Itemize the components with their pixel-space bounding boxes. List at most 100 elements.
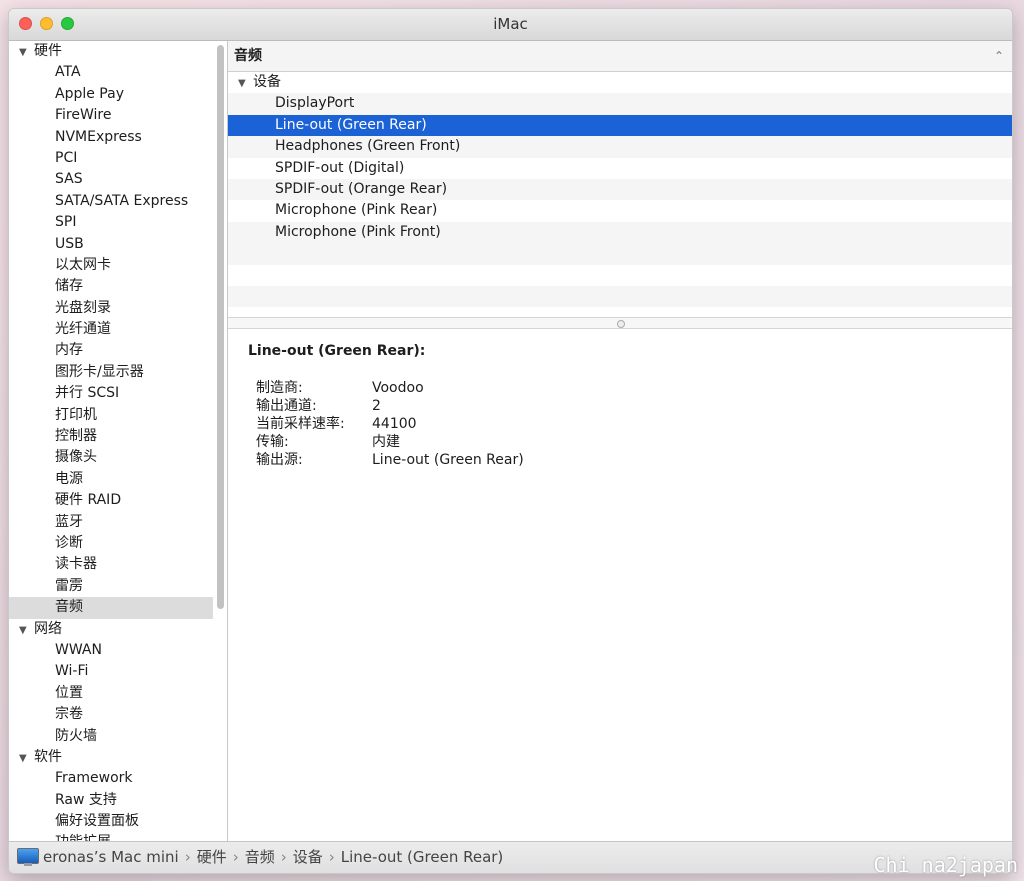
sidebar-group-label: 网络 bbox=[34, 620, 62, 637]
sidebar-item[interactable]: 摄像头 bbox=[9, 447, 227, 468]
breadcrumb-item[interactable]: eronas’s Mac mini bbox=[43, 848, 179, 866]
sidebar-item[interactable]: 储存 bbox=[9, 276, 227, 297]
property-label: 输出通道: bbox=[256, 398, 317, 414]
breadcrumb-item[interactable]: 音频 bbox=[245, 848, 275, 866]
breadcrumb-item[interactable]: 设备 bbox=[293, 848, 323, 866]
device-row[interactable]: SPDIF-out (Orange Rear) bbox=[228, 178, 1012, 201]
sidebar-list: ▼ 硬件 ATA Apple Pay FireWire NVMExpress PCI SAS S… bbox=[9, 41, 227, 841]
device-row[interactable]: Line-out (Green Rear) bbox=[228, 114, 1012, 137]
sidebar-item[interactable]: Framework bbox=[9, 768, 227, 789]
sidebar-item[interactable]: 偏好设置面板 bbox=[9, 811, 227, 832]
breadcrumb-item[interactable]: 硬件 bbox=[197, 848, 227, 866]
main-panel: 音频 ⌃ ▼ 设备 DisplayPort Line-out (Green Rear)… bbox=[228, 41, 1012, 841]
system-information-window: iMac ▼ 硬件 ATA Apple Pay FireWire NVMExpress PC… bbox=[8, 8, 1013, 874]
sidebar-item[interactable]: 内存 bbox=[9, 340, 227, 361]
breadcrumb: eronas’s Mac mini › 硬件 › 音频 › 设备 › Line-out (Gre… bbox=[43, 848, 503, 866]
sidebar-item[interactable]: 位置 bbox=[9, 683, 227, 704]
sidebar-item[interactable]: ATA bbox=[9, 62, 227, 83]
device-row[interactable]: SPDIF-out (Digital) bbox=[228, 158, 1012, 179]
empty-row bbox=[228, 243, 1012, 265]
imac-icon bbox=[17, 848, 39, 866]
disclosure-triangle-down-icon[interactable]: ▼ bbox=[19, 620, 32, 641]
device-group-label: 设备 bbox=[253, 74, 281, 90]
sidebar-item[interactable]: 硬件 RAID bbox=[9, 490, 227, 511]
sidebar-item[interactable]: 电源 bbox=[9, 469, 227, 490]
sidebar-item[interactable]: PCI bbox=[9, 148, 227, 169]
breadcrumb-separator: › bbox=[328, 848, 335, 866]
empty-row bbox=[228, 265, 1012, 286]
sidebar-item[interactable]: NVMExpress bbox=[9, 127, 227, 148]
sidebar-group[interactable]: ▼ 网络 bbox=[9, 619, 227, 640]
sidebar-group[interactable]: ▼ 硬件 bbox=[9, 41, 227, 62]
device-list: ▼ 设备 DisplayPort Line-out (Green Rear) Headp… bbox=[228, 72, 1012, 317]
property-row: 输出源: Line-out (Green Rear) bbox=[248, 451, 992, 469]
sidebar-item[interactable]: 宗卷 bbox=[9, 704, 227, 725]
sidebar-item[interactable]: Raw 支持 bbox=[9, 790, 227, 811]
sidebar-item[interactable]: SAS bbox=[9, 169, 227, 190]
path-bar: eronas’s Mac mini › 硬件 › 音频 › 设备 › Line-out (Gre… bbox=[9, 841, 1012, 873]
breadcrumb-separator: › bbox=[280, 848, 287, 866]
sidebar-item[interactable]: 控制器 bbox=[9, 426, 227, 447]
sidebar-item[interactable]: FireWire bbox=[9, 105, 227, 126]
close-button[interactable] bbox=[19, 17, 32, 30]
sidebar-item[interactable]: 读卡器 bbox=[9, 554, 227, 575]
sidebar-item[interactable]: 蓝牙 bbox=[9, 512, 227, 533]
sidebar-item[interactable]: USB bbox=[9, 234, 227, 255]
sidebar-item[interactable]: 打印机 bbox=[9, 405, 227, 426]
sidebar-item[interactable]: 并行 SCSI bbox=[9, 383, 227, 404]
property-label: 传输: bbox=[256, 434, 289, 450]
breadcrumb-separator: › bbox=[232, 848, 239, 866]
sidebar: ▼ 硬件 ATA Apple Pay FireWire NVMExpress PCI SAS S… bbox=[9, 41, 228, 841]
sidebar-item[interactable]: Apple Pay bbox=[9, 84, 227, 105]
window-controls bbox=[19, 17, 74, 30]
sidebar-scrollbar[interactable] bbox=[217, 45, 224, 609]
property-value: Voodoo bbox=[372, 380, 424, 396]
breadcrumb-item[interactable]: Line-out (Green Rear) bbox=[341, 848, 504, 866]
breadcrumb-separator: › bbox=[184, 848, 191, 866]
section-title: 音频 bbox=[234, 48, 262, 64]
minimize-button[interactable] bbox=[40, 17, 53, 30]
sidebar-item[interactable]: 防火墙 bbox=[9, 726, 227, 747]
device-group[interactable]: ▼ 设备 bbox=[228, 72, 1012, 93]
sidebar-item[interactable]: 音频 bbox=[9, 597, 213, 619]
sidebar-item[interactable]: SATA/SATA Express bbox=[9, 191, 227, 212]
device-row[interactable]: Microphone (Pink Front) bbox=[228, 221, 1012, 244]
sidebar-item[interactable]: SPI bbox=[9, 212, 227, 233]
property-label: 输出源: bbox=[256, 452, 303, 468]
sidebar-item[interactable]: 以太网卡 bbox=[9, 255, 227, 276]
device-row[interactable]: Microphone (Pink Rear) bbox=[228, 200, 1012, 221]
property-row: 当前采样速率: 44100 bbox=[248, 415, 992, 433]
sidebar-item[interactable]: 雷雳 bbox=[9, 576, 227, 597]
empty-row bbox=[228, 285, 1012, 308]
device-row[interactable]: Headphones (Green Front) bbox=[228, 136, 1012, 158]
sidebar-group-label: 硬件 bbox=[34, 43, 62, 59]
device-row[interactable]: DisplayPort bbox=[228, 93, 1012, 115]
property-row: 传输: 内建 bbox=[248, 433, 992, 451]
watermark: Chi na2japan bbox=[873, 853, 1019, 877]
chevron-up-icon[interactable]: ⌃ bbox=[994, 41, 1004, 71]
sidebar-group[interactable]: ▼ 软件 bbox=[9, 747, 227, 768]
sidebar-item[interactable]: 诊断 bbox=[9, 533, 227, 554]
property-row: 制造商: Voodoo bbox=[248, 379, 992, 397]
disclosure-triangle-down-icon[interactable]: ▼ bbox=[19, 748, 32, 769]
property-value: 内建 bbox=[372, 434, 400, 450]
sidebar-item[interactable]: 光纤通道 bbox=[9, 319, 227, 340]
section-header: 音频 ⌃ bbox=[228, 41, 1012, 72]
title-bar: iMac bbox=[9, 9, 1012, 41]
sidebar-item[interactable]: 功能扩展 bbox=[9, 832, 227, 841]
disclosure-triangle-down-icon[interactable]: ▼ bbox=[19, 42, 32, 63]
sidebar-item[interactable]: WWAN bbox=[9, 640, 227, 661]
sidebar-item[interactable]: 图形卡/显示器 bbox=[9, 362, 227, 383]
sidebar-item[interactable]: 光盘刻录 bbox=[9, 298, 227, 319]
detail-pane: Line-out (Green Rear): 制造商: Voodoo 输出通道: 2 当… bbox=[228, 329, 1012, 483]
property-value: 44100 bbox=[372, 416, 417, 432]
property-value: 2 bbox=[372, 398, 381, 414]
disclosure-triangle-down-icon[interactable]: ▼ bbox=[238, 73, 251, 94]
property-list: 制造商: Voodoo 输出通道: 2 当前采样速率: 44100 传输: 内建 输出源: Lin… bbox=[248, 379, 992, 469]
divider-handle-icon[interactable] bbox=[617, 320, 625, 328]
zoom-button[interactable] bbox=[61, 17, 74, 30]
split-view-divider[interactable] bbox=[228, 317, 1012, 329]
property-label: 当前采样速率: bbox=[256, 416, 345, 432]
sidebar-group-label: 软件 bbox=[34, 748, 62, 765]
sidebar-item[interactable]: Wi-Fi bbox=[9, 661, 227, 682]
